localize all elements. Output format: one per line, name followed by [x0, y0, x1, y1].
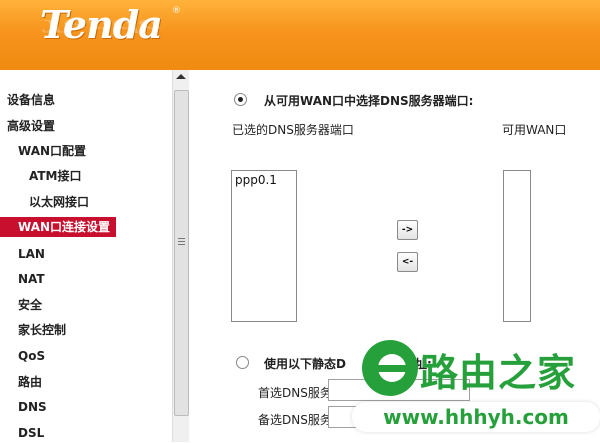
trademark-mark: ® [172, 6, 181, 16]
selected-dns-ports-list[interactable]: ppp0.1 [231, 170, 297, 322]
sidebar-scrollbar[interactable] [172, 70, 189, 442]
watermark-title: 路由之家 [420, 351, 577, 395]
sidebar-item-dns[interactable]: DNS [18, 397, 47, 417]
sidebar-item-routing[interactable]: 路由 [18, 372, 42, 392]
option-select-wan-dns-label: 从可用WAN口中选择DNS服务器端口: [264, 94, 474, 108]
watermark-logo: 路由之家 www.hhhyh.com [352, 338, 600, 442]
radio-select-wan-dns[interactable] [234, 93, 247, 106]
available-wan-list[interactable] [503, 170, 531, 322]
selected-ports-heading: 已选的DNS服务器端口 [232, 123, 354, 137]
sidebar-item-qos[interactable]: QoS [18, 346, 45, 366]
option-static-dns-label: 使用以下静态D [264, 357, 346, 371]
sidebar-item-advanced-settings[interactable]: 高级设置 [7, 116, 55, 136]
sidebar-nav: 设备信息 高级设置 WAN口配置 ATM接口 以太网接口 WAN口连接设置 LA… [0, 70, 172, 442]
scrollbar-thumb[interactable] [174, 90, 189, 416]
add-port-button[interactable]: -> [397, 220, 418, 240]
sidebar-item-wan-connection[interactable]: WAN口连接设置 [0, 217, 117, 237]
header-banner: Tenda Tenda ® [0, 0, 600, 70]
tenda-logo-reflection: Tenda [40, 15, 162, 36]
grip-line [178, 238, 185, 239]
sidebar-item-lan[interactable]: LAN [18, 244, 45, 264]
sidebar-item-parental-control[interactable]: 家长控制 [18, 320, 66, 340]
radio-static-dns[interactable] [236, 356, 249, 369]
sidebar-item-dsl[interactable]: DSL [18, 423, 44, 443]
sidebar-item-atm-interface[interactable]: ATM接口 [29, 166, 81, 186]
list-item[interactable]: ppp0.1 [235, 173, 277, 187]
sidebar-item-device-info[interactable]: 设备信息 [7, 90, 55, 110]
grip-line [178, 244, 185, 245]
sidebar-item-security[interactable]: 安全 [18, 295, 42, 315]
sidebar-item-ethernet-interface[interactable]: 以太网接口 [29, 192, 89, 212]
remove-port-button[interactable]: <- [397, 252, 418, 272]
sidebar-item-nat[interactable]: NAT [18, 269, 45, 289]
grip-line [178, 241, 185, 242]
sidebar-item-wan-config[interactable]: WAN口配置 [18, 141, 86, 161]
scroll-up-arrow-icon[interactable] [176, 74, 186, 79]
watermark-url: www.hhhyh.com [352, 402, 600, 432]
watermark-e-icon [362, 340, 418, 396]
available-wan-heading: 可用WAN口 [502, 123, 567, 137]
